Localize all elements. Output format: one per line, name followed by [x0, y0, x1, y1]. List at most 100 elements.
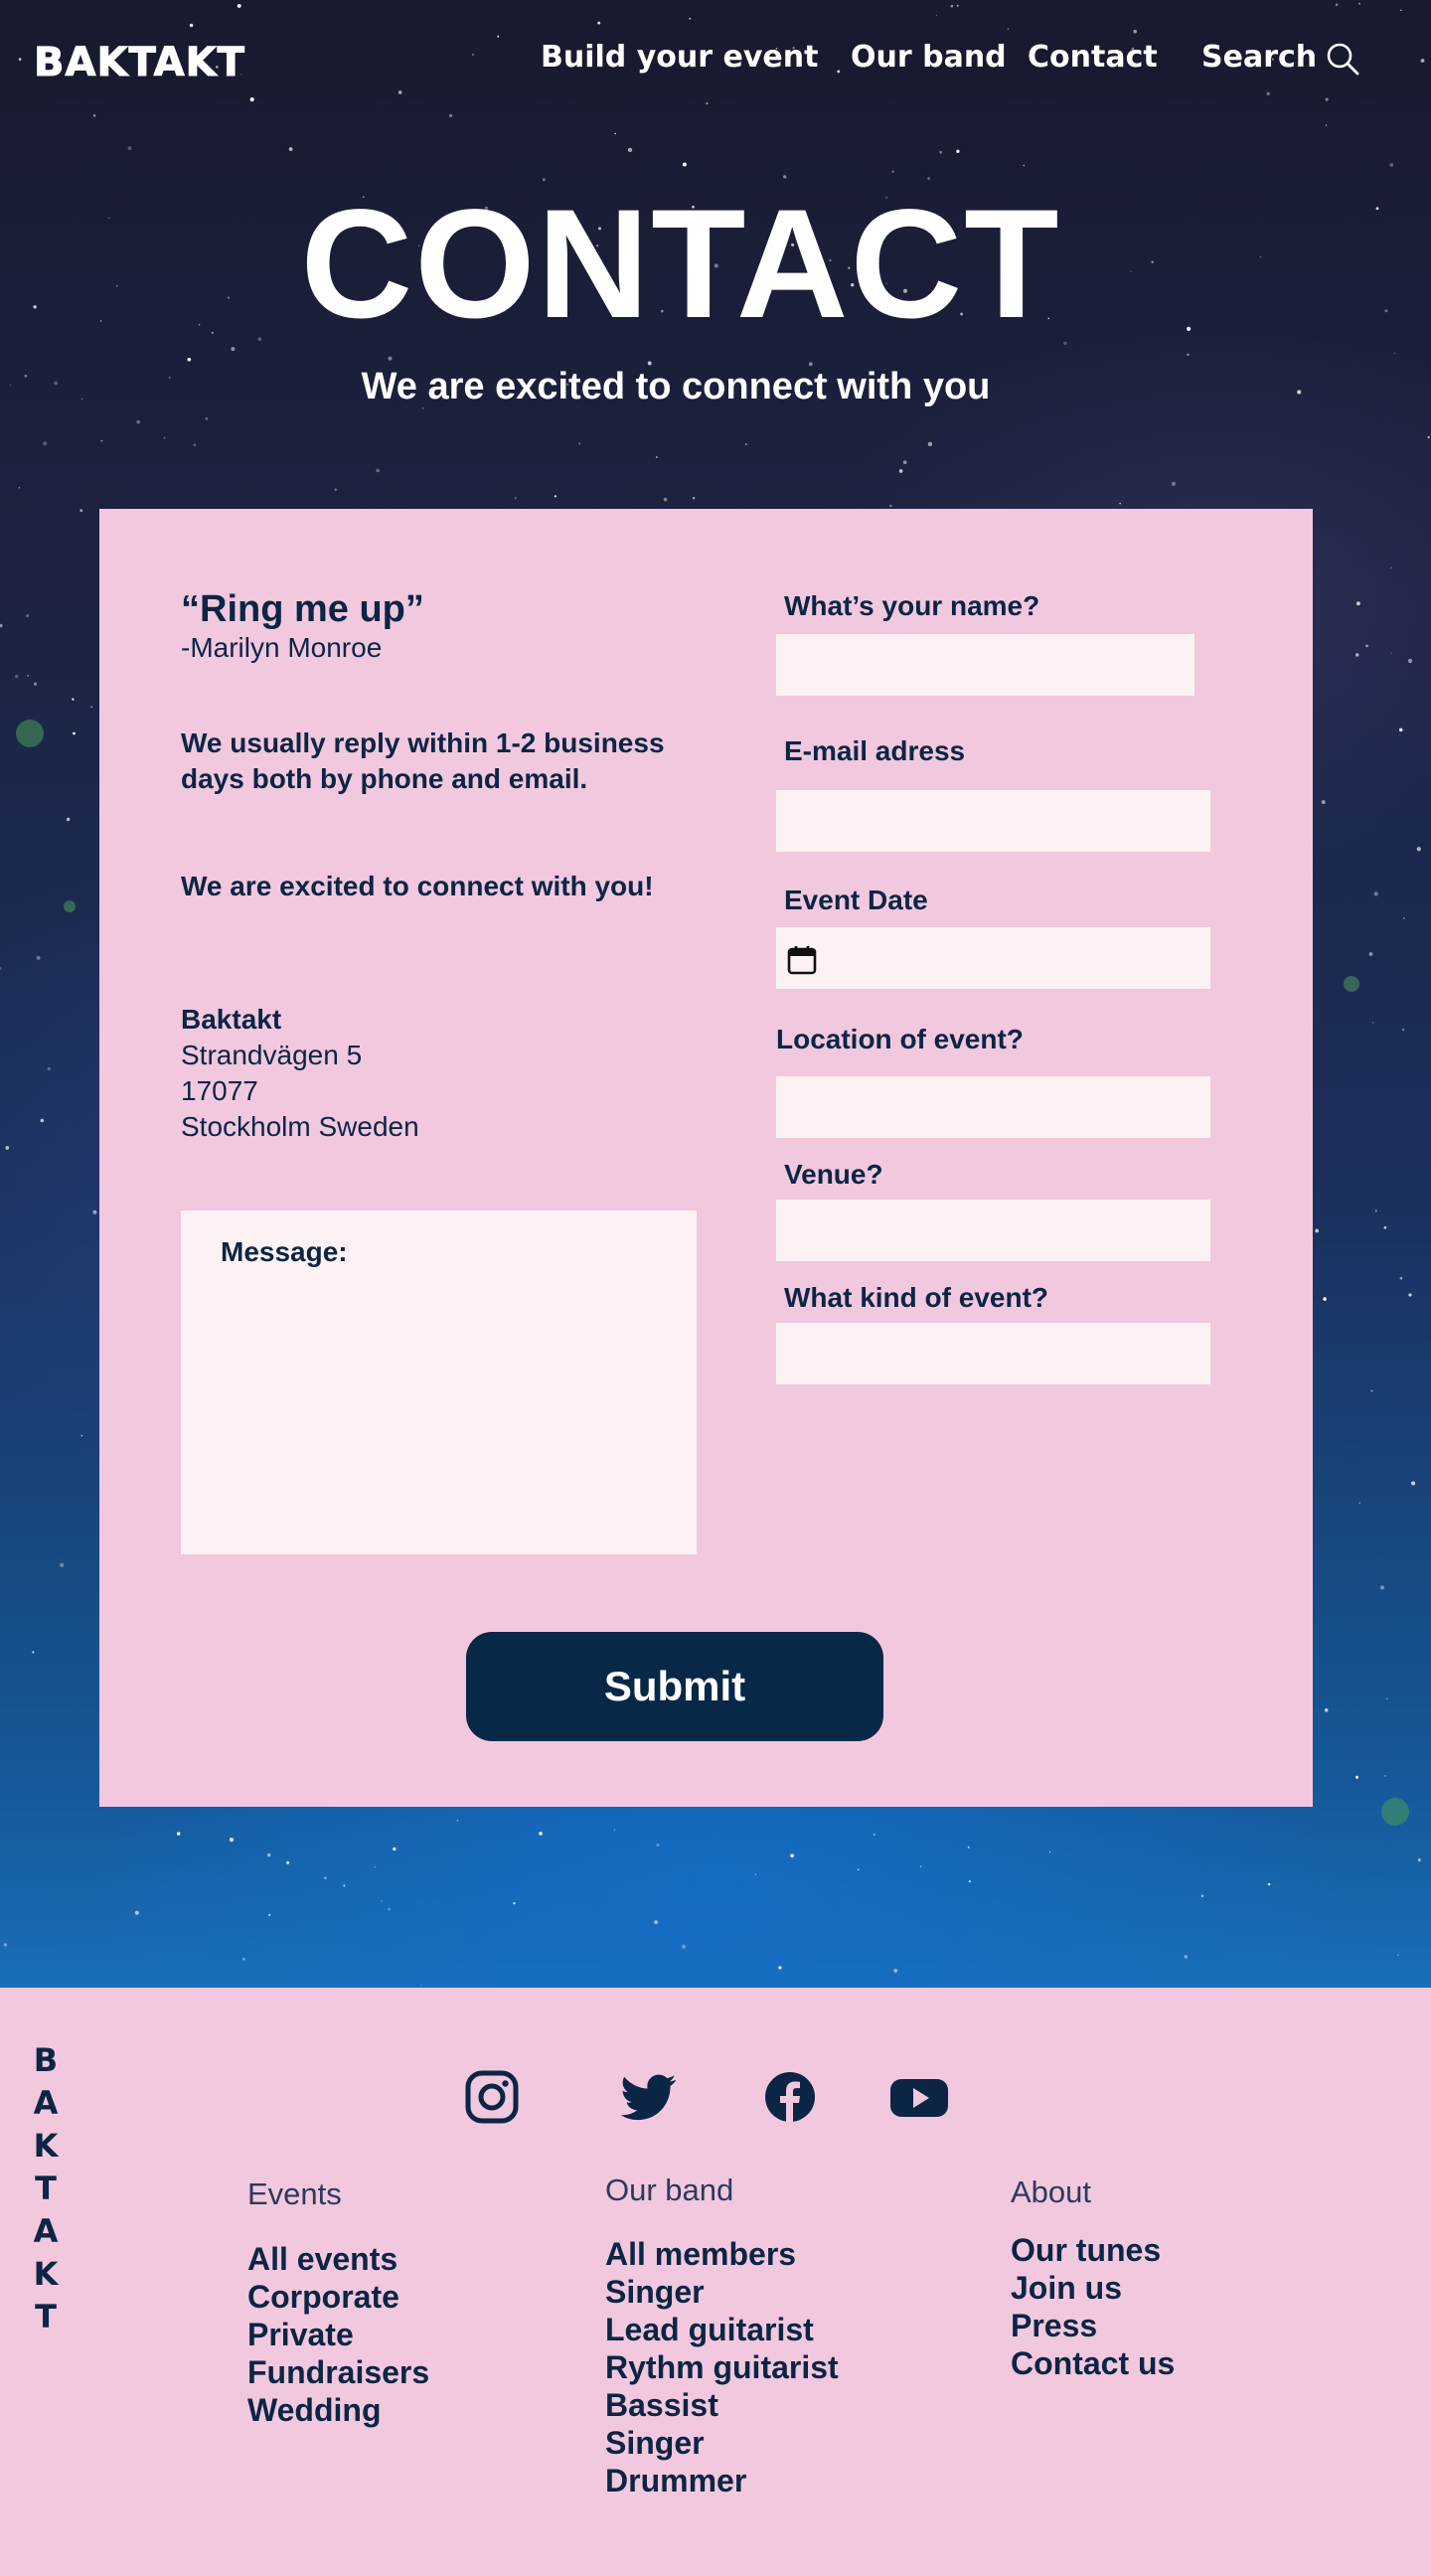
star	[706, 102, 709, 105]
footer-link-fundraisers[interactable]: Fundraisers	[247, 2354, 429, 2390]
footer-link-lead-guitarist[interactable]: Lead guitarist	[605, 2312, 814, 2347]
footer-link-all-events[interactable]: All events	[247, 2241, 398, 2277]
star	[1411, 1481, 1416, 1486]
star	[656, 1843, 660, 1848]
star	[1325, 97, 1329, 101]
star	[888, 504, 892, 508]
star	[420, 1984, 422, 1986]
star	[1357, 2, 1361, 5]
star	[689, 17, 692, 20]
venue-field[interactable]	[776, 1200, 1210, 1261]
footer-about-title: About	[1011, 2174, 1092, 2209]
footer-logo[interactable]: BAKTAKT	[32, 2039, 60, 2338]
star	[80, 509, 83, 512]
star	[32, 1651, 35, 1654]
star	[935, 14, 938, 17]
star	[1358, 1502, 1360, 1505]
star	[577, 442, 581, 445]
youtube-icon[interactable]	[889, 2069, 949, 2125]
star	[1335, 3, 1339, 7]
star	[231, 347, 236, 352]
star	[34, 682, 38, 686]
star	[1372, 1022, 1374, 1024]
footer-link-singer[interactable]: Singer	[605, 2274, 705, 2310]
event-date-label: Event Date	[784, 885, 928, 915]
footer-logo-letter: T	[35, 2298, 57, 2335]
star	[334, 488, 337, 491]
star	[1401, 1028, 1405, 1032]
email-field[interactable]	[776, 790, 1210, 852]
star	[163, 436, 166, 439]
footer-link: Singer	[605, 2424, 839, 2462]
star	[193, 443, 197, 447]
footer-link-corporate[interactable]: Corporate	[247, 2279, 399, 2315]
footer-link: Private	[247, 2316, 429, 2353]
star	[205, 416, 209, 420]
location-field[interactable]	[776, 1076, 1210, 1138]
footer-link-rythm-guitarist[interactable]: Rythm guitarist	[605, 2349, 839, 2385]
address-city: Stockholm Sweden	[181, 1111, 419, 1142]
page-subtitle: We are excited to connect with you	[361, 366, 991, 407]
star	[627, 147, 633, 153]
footer-link-our-tunes[interactable]: Our tunes	[1011, 2232, 1161, 2268]
event-date-field[interactable]	[776, 927, 1210, 989]
star	[456, 1819, 459, 1822]
star	[5, 1146, 10, 1150]
twitter-icon[interactable]	[621, 2069, 677, 2125]
footer-band-title: Our band	[605, 2173, 734, 2207]
star	[376, 468, 380, 473]
star	[43, 441, 48, 446]
name-label: What’s your name?	[784, 590, 1040, 621]
event-kind-field[interactable]	[776, 1323, 1210, 1384]
star	[249, 97, 254, 102]
facebook-icon[interactable]	[762, 2069, 818, 2125]
message-textarea[interactable]: Message:	[181, 1210, 697, 1554]
nav-our-band[interactable]: Our band	[851, 40, 1007, 75]
submit-button[interactable]: Submit	[466, 1632, 883, 1741]
star	[3, 1943, 7, 1947]
star	[1383, 1225, 1387, 1229]
star	[1386, 1697, 1388, 1699]
star	[324, 1876, 327, 1879]
search-icon[interactable]	[1326, 42, 1359, 76]
star	[682, 1944, 687, 1949]
instagram-icon[interactable]	[464, 2069, 520, 2125]
star	[967, 1846, 970, 1849]
footer-link-all-members[interactable]: All members	[605, 2236, 796, 2272]
footer-link-singer-2[interactable]: Singer	[605, 2425, 705, 2461]
footer-logo-letter: A	[33, 2212, 59, 2250]
nav-search[interactable]: Search	[1201, 40, 1317, 75]
calendar-icon[interactable]	[787, 945, 817, 975]
star	[919, 1865, 922, 1868]
glow-orb	[1381, 1798, 1409, 1826]
footer-link-press[interactable]: Press	[1011, 2308, 1097, 2343]
nav-build-your-event[interactable]: Build your event	[541, 40, 818, 75]
star	[388, 356, 393, 361]
nav-contact[interactable]: Contact	[1028, 40, 1158, 75]
name-field[interactable]	[776, 634, 1194, 696]
footer-link-private[interactable]: Private	[247, 2317, 354, 2352]
star	[497, 35, 500, 38]
footer-link: Press	[1011, 2307, 1175, 2344]
footer-link-contact-us[interactable]: Contact us	[1011, 2345, 1175, 2381]
star	[778, 1966, 782, 1970]
star	[682, 162, 687, 167]
star	[27, 675, 30, 677]
star	[229, 1838, 235, 1843]
footer-events-title: Events	[247, 2176, 342, 2211]
star	[898, 469, 903, 473]
star	[187, 357, 192, 362]
address: Baktakt Strandvägen 5 17077 Stockholm Sw…	[181, 1002, 419, 1145]
footer-link-drummer[interactable]: Drummer	[605, 2463, 746, 2498]
star	[0, 967, 2, 970]
reply-info: We usually reply within 1-2 business day…	[181, 727, 665, 794]
star	[66, 817, 71, 822]
footer-link-bassist[interactable]: Bassist	[605, 2387, 718, 2423]
venue-label: Venue?	[784, 1159, 883, 1190]
star	[1408, 1293, 1412, 1297]
footer-link-join-us[interactable]: Join us	[1011, 2270, 1122, 2306]
footer-link-wedding[interactable]: Wedding	[247, 2392, 382, 2428]
star	[393, 1847, 397, 1852]
star	[968, 1880, 971, 1883]
star	[40, 1118, 45, 1123]
